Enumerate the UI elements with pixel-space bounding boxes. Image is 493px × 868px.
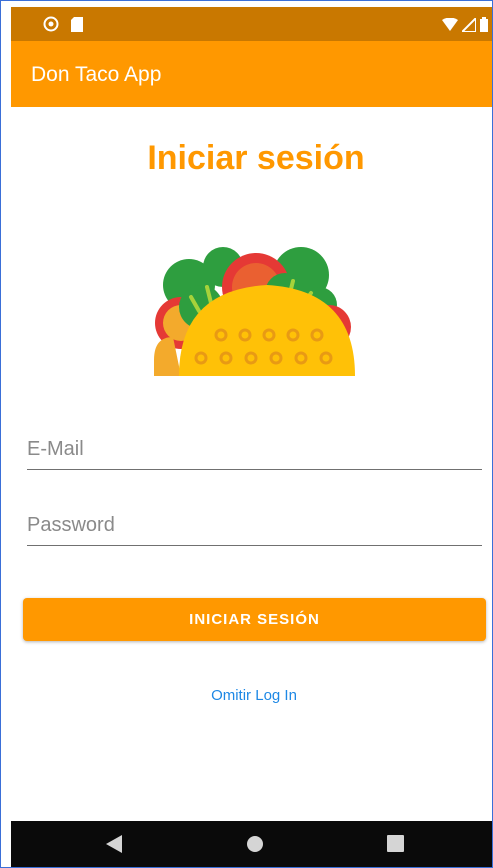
wifi-icon xyxy=(442,18,458,31)
back-icon[interactable] xyxy=(106,835,122,853)
status-bar xyxy=(11,7,492,41)
navigation-bar xyxy=(11,821,492,867)
email-input[interactable] xyxy=(27,429,482,469)
app-screen: Don Taco App Iniciar sesión INI xyxy=(0,0,493,868)
sd-card-icon xyxy=(71,16,83,32)
home-icon[interactable] xyxy=(246,835,264,853)
app-title: Don Taco App xyxy=(31,63,162,86)
app-bar: Don Taco App xyxy=(11,41,492,107)
signal-icon xyxy=(462,17,476,32)
email-field[interactable] xyxy=(27,429,482,470)
password-input[interactable] xyxy=(27,505,482,545)
sync-icon xyxy=(43,16,59,32)
page-title: Iniciar sesión xyxy=(147,139,365,177)
login-button[interactable]: INICIAR SESIÓN xyxy=(23,598,486,641)
password-field[interactable] xyxy=(27,505,482,546)
battery-icon xyxy=(480,17,488,32)
taco-logo-icon xyxy=(154,247,355,376)
skip-login-link[interactable]: Omitir Log In xyxy=(1,687,492,704)
recents-icon[interactable] xyxy=(387,835,404,852)
